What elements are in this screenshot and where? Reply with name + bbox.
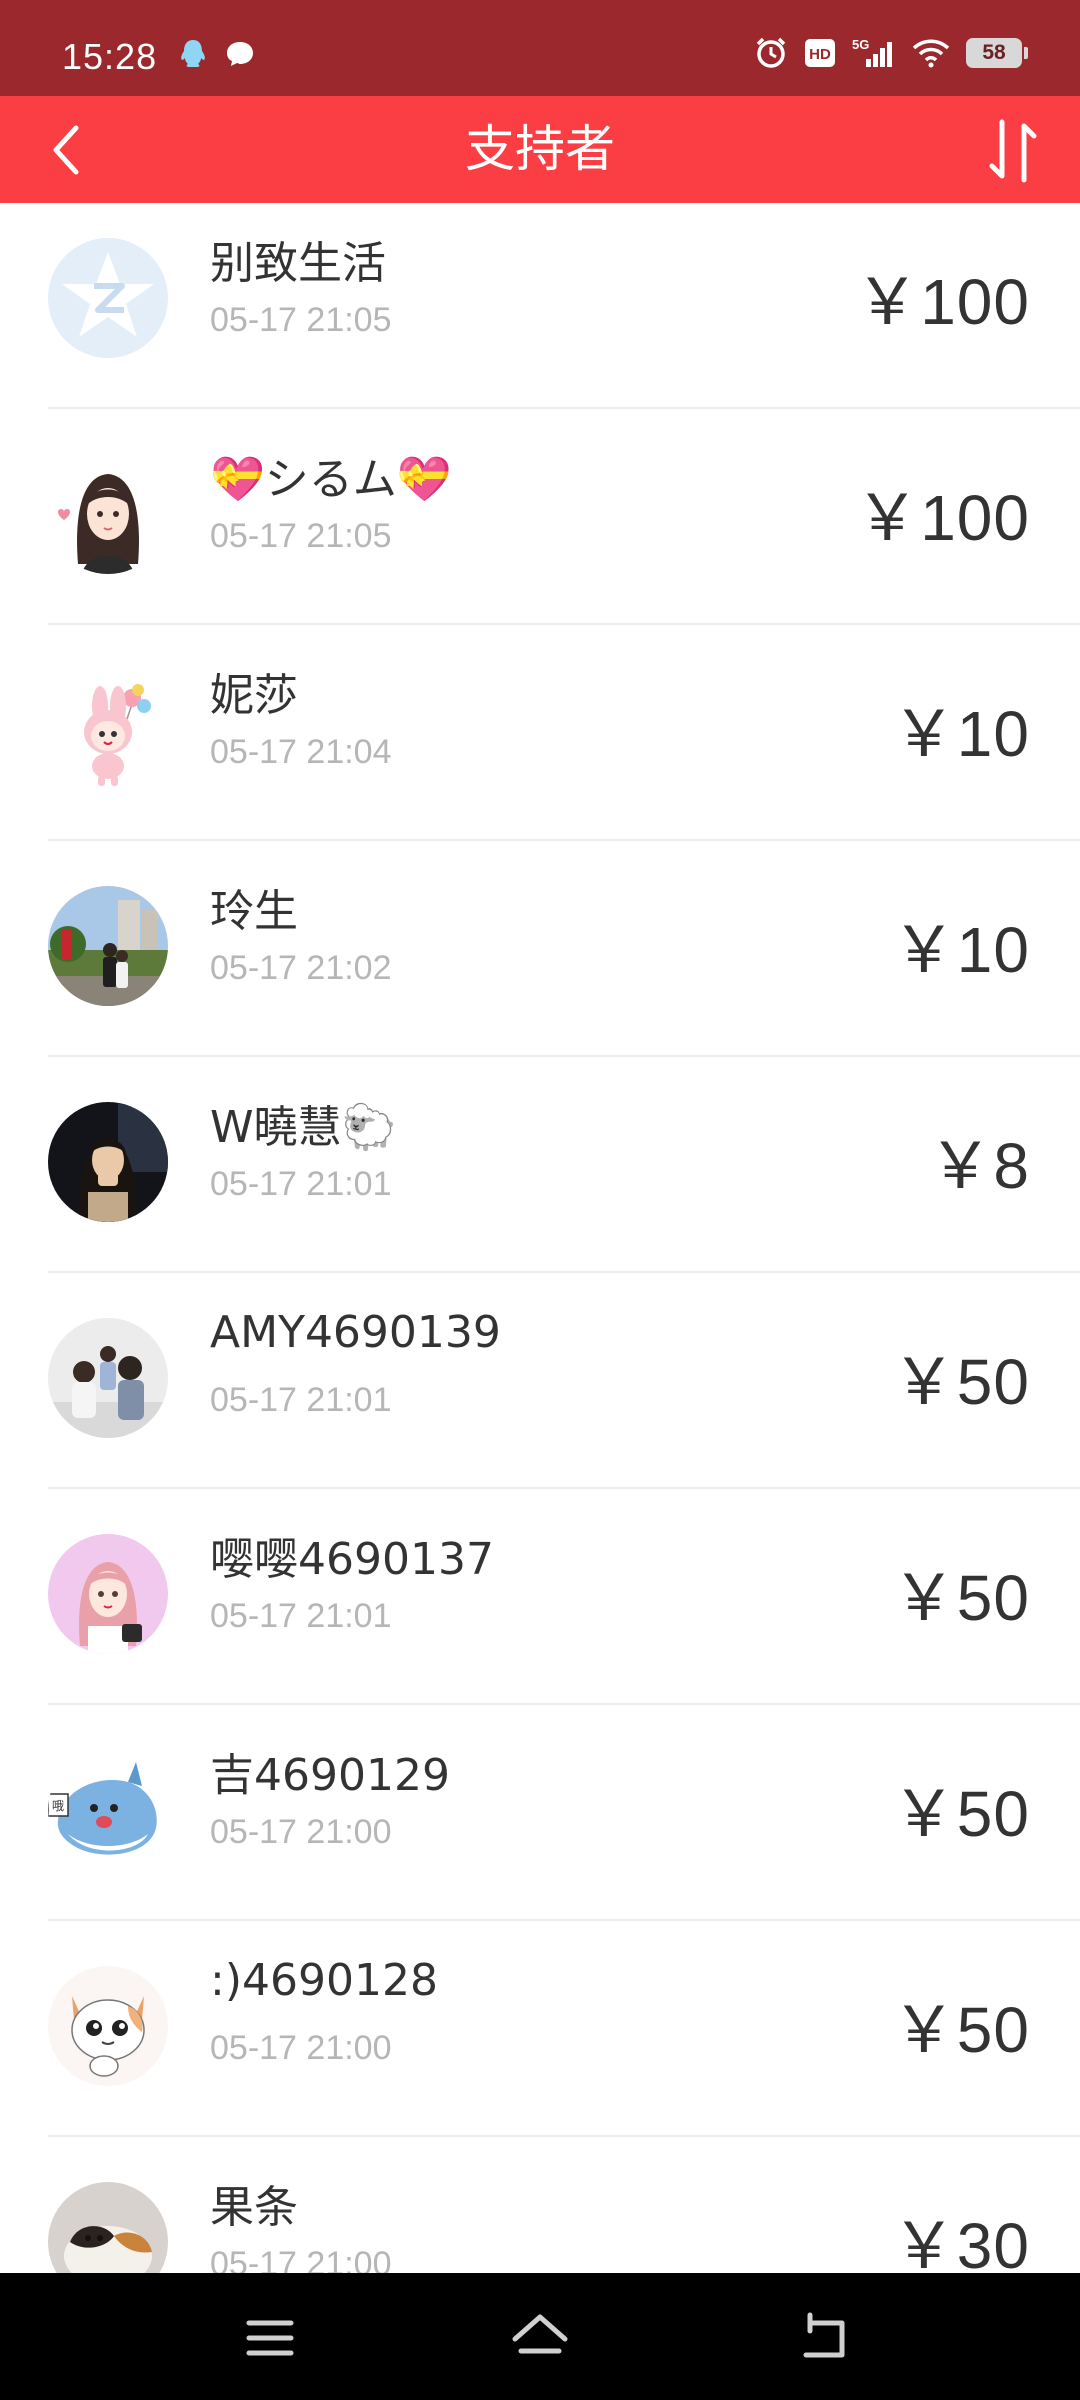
avatar[interactable] xyxy=(48,1534,168,1654)
system-nav-bar xyxy=(0,2273,1080,2400)
avatar[interactable] xyxy=(48,886,168,1006)
supporter-row[interactable]: 嘤嘤4690137 05-17 21:01 ￥50 xyxy=(0,1489,1080,1705)
avatar[interactable] xyxy=(48,1966,168,2086)
home-icon[interactable] xyxy=(505,2303,575,2373)
supporter-name: :)4690128 xyxy=(210,1955,438,2006)
supporter-name: 吉4690129 xyxy=(210,1750,450,1801)
support-time: 05-17 21:02 xyxy=(210,949,392,987)
status-time: 15:28 xyxy=(62,36,158,77)
chat-bubble-icon xyxy=(227,42,253,66)
svg-text:5G: 5G xyxy=(852,37,869,52)
wifi-icon xyxy=(912,39,950,68)
supporter-row[interactable]: 果条 05-17 21:00 ￥30 xyxy=(0,2137,1080,2273)
supporter-row[interactable]: 别致生活 05-17 21:05 ￥100 xyxy=(0,203,1080,409)
page-title: 支持者 xyxy=(465,120,615,178)
supporter-name: W曉慧🐑 xyxy=(210,1102,397,1153)
menu-icon[interactable] xyxy=(235,2303,305,2373)
support-amount: ￥50 xyxy=(891,1994,1030,2066)
support-amount: ￥100 xyxy=(855,266,1030,338)
avatar[interactable] xyxy=(48,670,168,790)
support-time: 05-17 21:01 xyxy=(210,1165,392,1203)
supporter-row[interactable]: 💝シるム💝 05-17 21:05 ￥100 xyxy=(0,409,1080,625)
support-time: 05-17 21:05 xyxy=(210,517,392,555)
support-time: 05-17 21:00 xyxy=(210,1813,392,1851)
support-amount: ￥50 xyxy=(891,1562,1030,1634)
supporter-row[interactable]: 哦 吉4690129 05-17 21:00 ￥50 xyxy=(0,1705,1080,1921)
support-time: 05-17 21:00 xyxy=(210,2029,392,2067)
supporter-name: AMY4690139 xyxy=(210,1307,501,1358)
supporter-row[interactable]: AMY4690139 05-17 21:01 ￥50 xyxy=(0,1273,1080,1489)
avatar[interactable] xyxy=(48,1318,168,1438)
supporter-name: 果条 xyxy=(210,2182,298,2233)
alarm-icon xyxy=(756,37,786,68)
support-amount: ￥10 xyxy=(891,914,1030,986)
svg-text:哦: 哦 xyxy=(52,1799,64,1813)
supporter-name: 嘤嘤4690137 xyxy=(210,1534,494,1585)
support-time: 05-17 21:01 xyxy=(210,1597,392,1635)
supporter-name: 💝シるム💝 xyxy=(210,454,452,505)
supporter-row[interactable]: W曉慧🐑 05-17 21:01 ￥8 xyxy=(0,1057,1080,1273)
support-time: 05-17 21:05 xyxy=(210,301,392,339)
app-header: 支持者 xyxy=(0,96,1080,203)
support-amount: ￥100 xyxy=(855,482,1030,554)
supporter-name: 别致生活 xyxy=(210,238,386,289)
5g-signal-icon: 5G xyxy=(852,37,892,67)
support-time: 05-17 21:04 xyxy=(210,733,392,771)
avatar[interactable] xyxy=(48,454,168,574)
back-icon[interactable] xyxy=(790,2303,860,2373)
support-amount: ￥8 xyxy=(928,1130,1030,1202)
status-left-icons xyxy=(178,38,256,70)
support-time: 05-17 21:00 xyxy=(210,2245,392,2273)
support-amount: ￥50 xyxy=(891,1778,1030,1850)
supporter-row[interactable]: 妮莎 05-17 21:04 ￥10 xyxy=(0,625,1080,841)
avatar[interactable] xyxy=(48,1102,168,1222)
hd-icon: HD xyxy=(805,39,835,67)
supporter-row[interactable]: 玲生 05-17 21:02 ￥10 xyxy=(0,841,1080,1057)
status-right-icons: HD 5G 58 xyxy=(754,36,1028,70)
support-amount: ￥30 xyxy=(891,2210,1030,2273)
svg-text:HD: HD xyxy=(809,46,831,63)
avatar[interactable]: 哦 xyxy=(48,1750,168,1870)
qq-icon xyxy=(181,40,205,67)
support-amount: ￥10 xyxy=(891,698,1030,770)
supporter-row[interactable]: :)4690128 05-17 21:00 ￥50 xyxy=(0,1921,1080,2137)
support-amount: ￥50 xyxy=(891,1346,1030,1418)
supporter-name: 玲生 xyxy=(210,886,298,937)
avatar[interactable] xyxy=(48,2182,168,2273)
avatar[interactable] xyxy=(48,238,168,358)
supporter-list[interactable]: 别致生活 05-17 21:05 ￥100 💝シるム💝 05-17 21:05 … xyxy=(0,203,1080,2273)
supporter-name: 妮莎 xyxy=(210,670,298,721)
support-time: 05-17 21:01 xyxy=(210,1381,392,1419)
sort-icon[interactable] xyxy=(980,118,1046,184)
status-bar: 15:28 HD 5G 58 xyxy=(0,0,1080,96)
battery-icon: 58 xyxy=(966,38,1028,68)
